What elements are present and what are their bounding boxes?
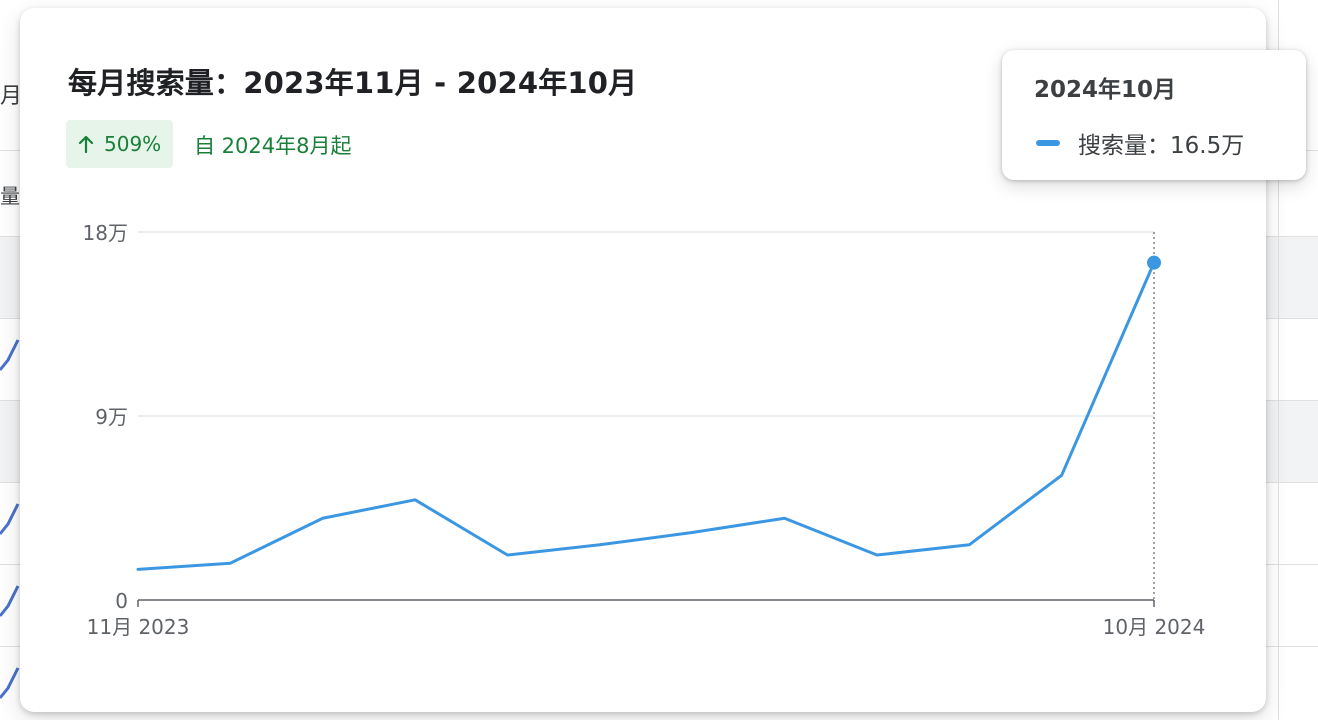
sparkline-icon	[0, 339, 20, 371]
tooltip-title: 2024年10月	[1034, 77, 1177, 103]
data-point	[966, 542, 972, 548]
tooltip-series-row: 搜索量：16.5万	[1036, 126, 1244, 160]
y-tick-label: 0	[115, 589, 128, 613]
data-point	[782, 515, 788, 521]
data-point	[320, 515, 326, 521]
x-tick-label: 11月 2023	[87, 615, 190, 639]
background-header-text: 月	[0, 84, 23, 109]
data-point	[504, 552, 510, 558]
sparkline-icon	[0, 667, 20, 699]
sparkline-icon	[0, 585, 20, 617]
y-tick-label: 9万	[95, 405, 128, 429]
highlight-point	[1147, 255, 1161, 270]
tooltip-value: 搜索量：16.5万	[1078, 133, 1245, 159]
sparkline-icon	[0, 503, 20, 535]
y-tick-label: 18万	[83, 221, 128, 245]
x-tick-label: 10月 2024	[1103, 615, 1206, 639]
data-point	[874, 552, 880, 558]
data-point	[227, 560, 233, 566]
series-swatch-icon	[1036, 140, 1060, 146]
data-point	[135, 566, 141, 572]
data-point	[597, 542, 603, 548]
data-point	[1059, 472, 1065, 478]
data-point	[689, 530, 695, 536]
chart-tooltip: 2024年10月 搜索量：16.5万	[1002, 50, 1306, 180]
background-header-text: 量	[0, 184, 20, 208]
data-point	[412, 497, 418, 503]
